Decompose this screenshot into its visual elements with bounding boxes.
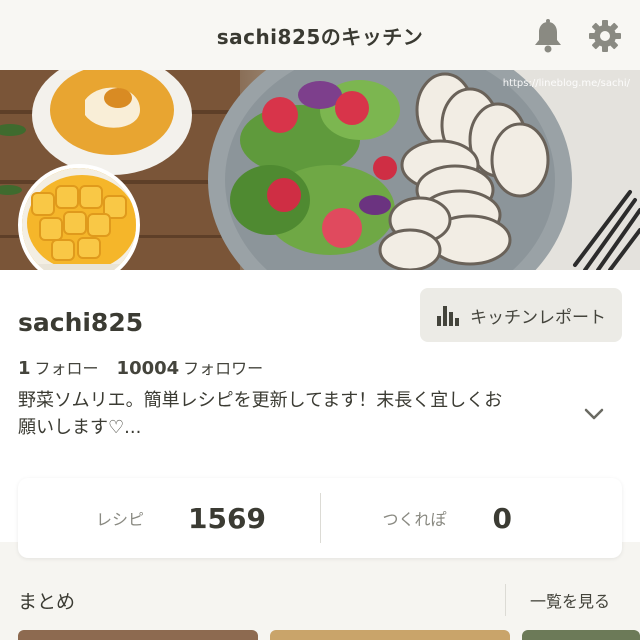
collection-thumbnails	[0, 630, 640, 640]
following-count: 1	[18, 358, 31, 379]
bio-text[interactable]: 野菜ソムリエ。簡単レシピを更新してます！末長く宜しくお 願いします♡...	[18, 387, 578, 441]
chevron-down-icon[interactable]	[582, 402, 606, 426]
bar-chart-icon	[437, 306, 459, 326]
followers-count: 10004	[116, 358, 180, 379]
kitchen-report-button[interactable]: キッチンレポート	[420, 288, 622, 342]
cover-watermark: https://lineblog.me/sachi/	[502, 78, 630, 89]
collection-thumbnail[interactable]	[522, 630, 640, 640]
tsukurepo-label: つくれぽ	[382, 510, 447, 529]
collection-thumbnail[interactable]	[18, 630, 258, 640]
tsukurepo-count: 0	[492, 501, 512, 535]
collection-header: まとめ 一覧を見る	[0, 572, 640, 628]
bio-line-1: 野菜ソムリエ。簡単レシピを更新してます！末長く宜しくお	[18, 390, 503, 411]
tsukurepo-stat[interactable]: つくれぽ 0	[321, 478, 623, 558]
collection-thumbnail[interactable]	[270, 630, 510, 640]
collection-divider	[505, 584, 506, 616]
kitchen-report-label: キッチンレポート	[470, 307, 606, 328]
recipes-stat[interactable]: レシピ 1569	[18, 478, 320, 558]
recipes-label: レシピ	[96, 510, 145, 529]
bio-line-2: 願いします♡...	[18, 417, 142, 438]
gear-icon[interactable]	[587, 18, 623, 54]
recipes-count: 1569	[188, 501, 266, 535]
see-all-link[interactable]: 一覧を見る	[530, 588, 610, 612]
followers-link[interactable]: 10004 フォロワー	[117, 355, 264, 379]
avatar-mango-image	[22, 168, 136, 282]
following-label: フォロー	[34, 359, 99, 378]
stats-card: レシピ 1569 つくれぽ 0	[18, 478, 622, 558]
collection-title: まとめ	[18, 590, 76, 613]
follow-stats: 1 フォロー 10004 フォロワー	[18, 355, 263, 379]
bell-icon[interactable]	[530, 18, 566, 54]
following-link[interactable]: 1 フォロー	[18, 355, 99, 379]
app-header: sachi825のキッチン	[0, 0, 640, 70]
username: sachi825	[18, 308, 144, 337]
page-title: sachi825のキッチン	[216, 24, 424, 49]
followers-label: フォロワー	[183, 359, 264, 378]
avatar[interactable]	[18, 164, 140, 286]
